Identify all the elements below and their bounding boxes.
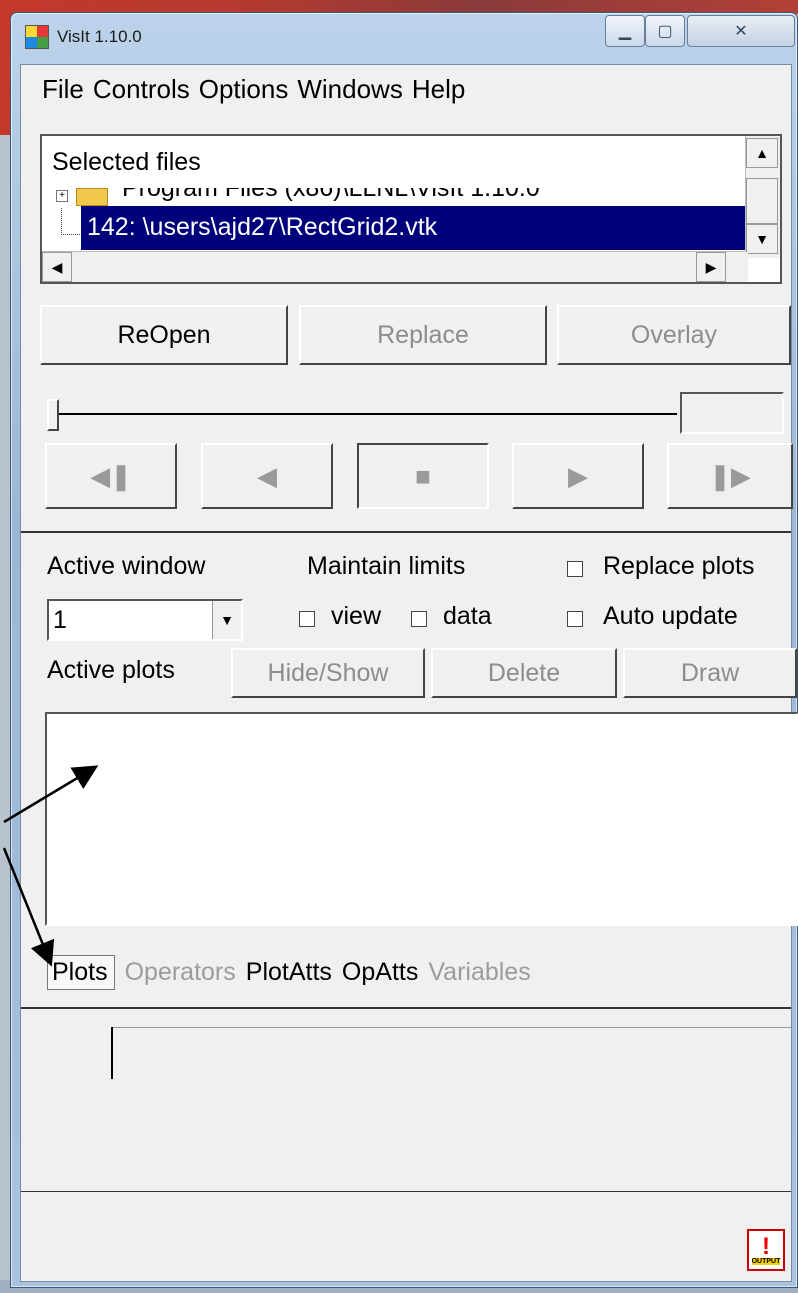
scroll-left-icon[interactable]: ◀ — [42, 252, 72, 282]
delete-button[interactable]: Delete — [431, 648, 617, 698]
visit-main-window: VisIt 1.10.0 ▁ ▢ ✕ File Controls Options… — [10, 12, 798, 1288]
view-limits-checkbox[interactable] — [299, 611, 315, 627]
scroll-up-icon[interactable]: ▲ — [746, 138, 778, 168]
exclamation-icon: ! — [762, 1232, 770, 1260]
section-divider-2 — [21, 1007, 791, 1009]
forward-step-button[interactable]: ❚▶ — [667, 443, 793, 509]
window-title: VisIt 1.10.0 — [57, 27, 142, 46]
stop-button[interactable]: ■ — [357, 443, 489, 509]
menu-controls[interactable]: Controls — [93, 74, 190, 105]
selected-file-row[interactable]: 142: \users\ajd27\RectGrid2.vtk — [81, 206, 747, 250]
plot-tabs: Plots Operators PlotAtts OpAtts Variable… — [47, 952, 531, 992]
reverse-step-button[interactable]: ◀❚ — [45, 443, 177, 509]
tab-plots[interactable]: Plots — [47, 954, 115, 990]
menu-file[interactable]: File — [42, 74, 84, 105]
overlay-button[interactable]: Overlay — [557, 305, 791, 365]
minimize-icon: ▁ — [618, 23, 632, 40]
status-separator — [111, 1027, 113, 1079]
tree-row-program-files[interactable]: + Program Files (x86)\LLNL\VisIt 1.10.0 — [42, 188, 742, 208]
tab-plot-atts[interactable]: PlotAtts — [246, 958, 332, 987]
auto-update-checkbox[interactable] — [567, 611, 583, 627]
active-window-label: Active window — [47, 552, 206, 580]
menu-help[interactable]: Help — [412, 74, 465, 105]
dropdown-arrow-icon[interactable]: ▼ — [212, 601, 241, 639]
menu-windows[interactable]: Windows — [297, 74, 402, 105]
maximize-icon: ▢ — [657, 23, 673, 40]
time-slider-thumb[interactable] — [47, 399, 59, 431]
scroll-down-icon[interactable]: ▼ — [746, 224, 778, 254]
auto-update-label: Auto update — [603, 602, 738, 630]
tree-row-label: Program Files (x86)\LLNL\VisIt 1.10.0 — [122, 188, 540, 202]
menu-bar: File Controls Options Windows Help — [21, 65, 791, 113]
output-icon[interactable]: ! OUTPUT — [747, 1229, 785, 1271]
play-button[interactable]: ▶ — [512, 443, 644, 509]
replace-plots-checkbox[interactable] — [567, 561, 583, 577]
expand-icon[interactable]: + — [56, 190, 68, 202]
tab-op-atts[interactable]: OpAtts — [342, 958, 418, 987]
reopen-button[interactable]: ReOpen — [40, 305, 288, 365]
play-icon: ▶ — [568, 460, 588, 491]
reverse-step-icon: ◀❚ — [90, 460, 132, 491]
active-plots-list[interactable] — [45, 712, 798, 926]
section-divider — [21, 531, 791, 533]
data-label: data — [443, 602, 492, 630]
minimize-button[interactable]: ▁ — [605, 15, 645, 47]
maximize-button[interactable]: ▢ — [645, 15, 685, 47]
folder-icon — [76, 188, 108, 206]
view-label: view — [331, 602, 382, 630]
active-window-value: 1 — [53, 606, 67, 634]
hide-show-button[interactable]: Hide/Show — [231, 648, 425, 698]
maintain-limits-label: Maintain limits — [307, 552, 466, 580]
active-window-select[interactable]: 1 ▼ — [47, 599, 243, 641]
scroll-right-icon[interactable]: ▶ — [696, 252, 726, 282]
status-field-top — [113, 1027, 791, 1028]
close-icon: ✕ — [734, 23, 748, 40]
data-limits-checkbox[interactable] — [411, 611, 427, 627]
forward-step-icon: ❚▶ — [709, 460, 751, 491]
stop-icon: ■ — [415, 460, 431, 491]
time-state-field[interactable] — [680, 392, 784, 434]
reverse-play-icon: ◀ — [257, 460, 277, 491]
reverse-play-button[interactable]: ◀ — [201, 443, 333, 509]
close-button[interactable]: ✕ — [687, 15, 795, 47]
status-bar-divider — [21, 1191, 791, 1192]
vertical-scrollbar[interactable]: ▲ ▼ — [745, 136, 780, 258]
selected-files-list[interactable]: Selected files + Program Files (x86)\LLN… — [40, 134, 782, 284]
tab-variables[interactable]: Variables — [428, 958, 530, 987]
menu-options[interactable]: Options — [199, 74, 289, 105]
replace-button[interactable]: Replace — [299, 305, 547, 365]
replace-plots-label: Replace plots — [603, 552, 755, 580]
app-icon[interactable] — [25, 25, 49, 49]
title-bar[interactable]: VisIt 1.10.0 ▁ ▢ ✕ — [11, 13, 797, 63]
tab-operators[interactable]: Operators — [125, 958, 236, 987]
scroll-thumb[interactable] — [746, 178, 778, 224]
time-slider-track[interactable] — [51, 413, 677, 415]
output-label: OUTPUT — [751, 1257, 781, 1265]
draw-button[interactable]: Draw — [623, 648, 797, 698]
horizontal-scrollbar[interactable]: ◀ ▶ — [42, 251, 748, 282]
active-plots-label: Active plots — [47, 656, 175, 684]
client-area: File Controls Options Windows Help Selec… — [20, 64, 798, 1282]
selected-files-header: Selected files — [52, 148, 201, 176]
